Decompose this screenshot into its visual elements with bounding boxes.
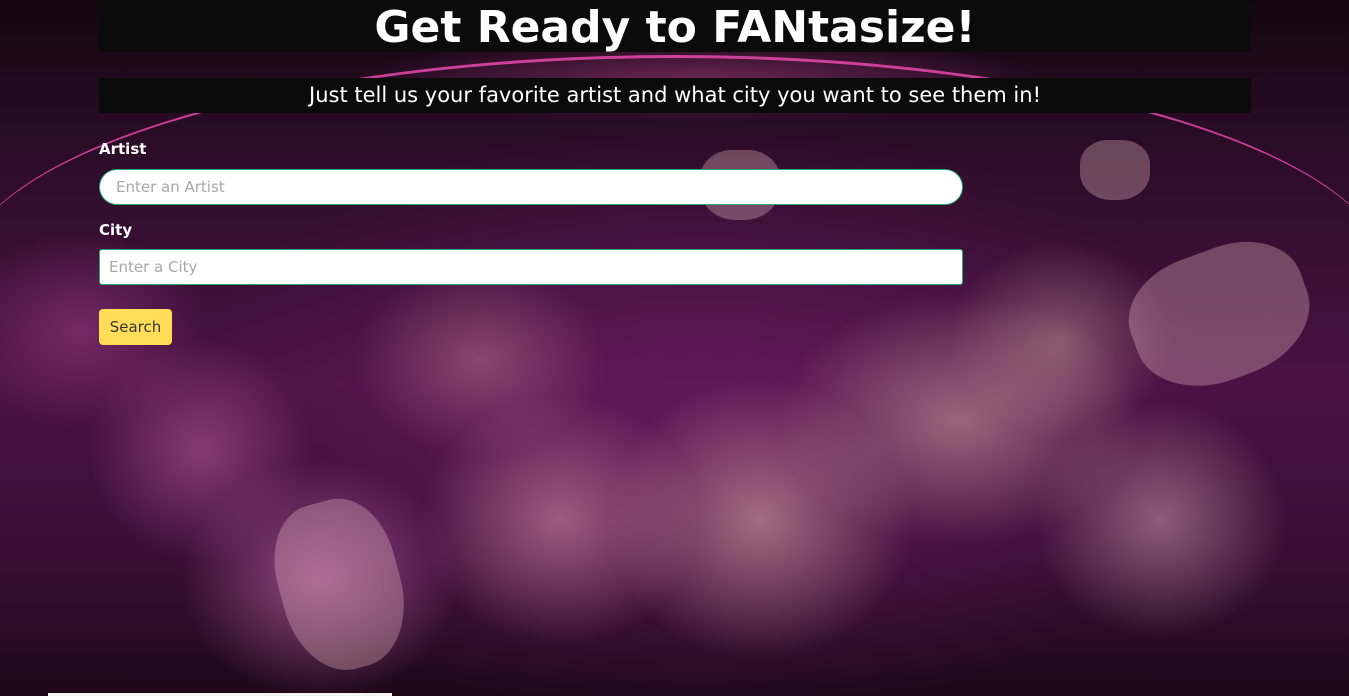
city-label: City [99,221,133,239]
raised-hand [1080,140,1150,200]
city-input[interactable] [99,249,963,285]
subtitle-bar: Just tell us your favorite artist and wh… [99,78,1251,113]
raised-hand [260,487,420,683]
search-button[interactable]: Search [99,309,172,345]
title-bar: Get Ready to FANtasize! [99,0,1251,53]
page-title: Get Ready to FANtasize! [374,2,976,53]
page: Get Ready to FANtasize! Just tell us you… [0,0,1349,696]
page-subtitle: Just tell us your favorite artist and wh… [309,83,1041,107]
artist-input[interactable] [99,169,963,205]
artist-label: Artist [99,140,147,158]
